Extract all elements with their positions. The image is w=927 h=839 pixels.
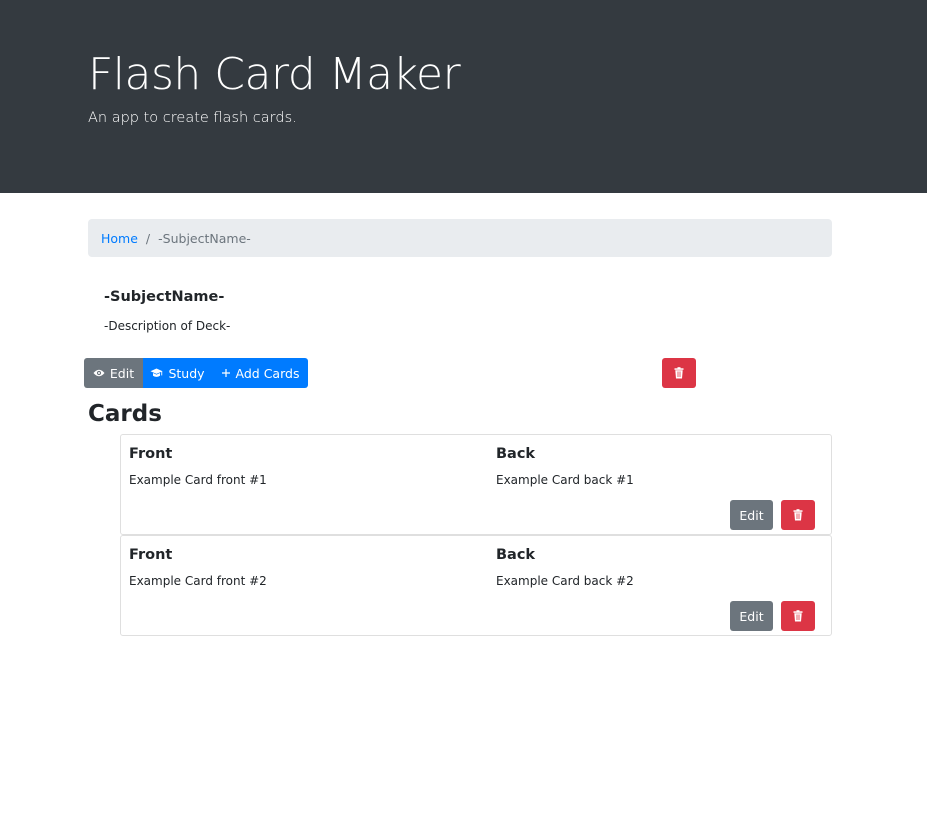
card-front-text: Example Card front #2 — [129, 574, 267, 588]
trash-icon — [793, 509, 803, 521]
breadcrumb-current: -SubjectName- — [158, 230, 251, 246]
deck-name: -SubjectName- — [104, 289, 225, 305]
card-back-label: Back — [496, 547, 536, 563]
cards-heading: Cards — [88, 401, 162, 427]
delete-deck-button[interactable] — [662, 358, 696, 388]
edit-deck-label: Edit — [109, 365, 135, 381]
add-cards-button[interactable]: Add Cards — [212, 358, 308, 388]
card-item-1: Front Example Card front #1 Back Example… — [120, 434, 832, 535]
card-back-text: Example Card back #2 — [496, 574, 634, 588]
delete-card-button[interactable] — [781, 500, 815, 530]
breadcrumb: Home / -SubjectName- — [88, 219, 832, 257]
card-front-label: Front — [129, 446, 173, 462]
card-back-label: Back — [496, 446, 536, 462]
add-cards-label: Add Cards — [235, 365, 300, 381]
trash-icon — [793, 610, 803, 622]
plus-icon — [221, 368, 231, 378]
breadcrumb-separator: / — [145, 230, 151, 246]
study-button[interactable]: Study — [143, 358, 212, 388]
delete-card-button[interactable] — [781, 601, 815, 631]
study-label: Study — [168, 365, 205, 381]
edit-deck-button[interactable]: Edit — [84, 358, 143, 388]
jumbotron-header: Flash Card Maker An app to create flash … — [0, 0, 927, 193]
app-title: Flash Card Maker — [88, 49, 461, 100]
card-front-text: Example Card front #1 — [129, 473, 267, 487]
app-subtitle: An app to create flash cards. — [88, 110, 297, 126]
breadcrumb-home-link[interactable]: Home — [101, 231, 138, 246]
eye-icon — [93, 368, 105, 378]
card-front-label: Front — [129, 547, 173, 563]
card-back-text: Example Card back #1 — [496, 473, 634, 487]
graduation-cap-icon — [150, 368, 163, 379]
card-item-2: Front Example Card front #2 Back Example… — [120, 535, 832, 636]
deck-description: -Description of Deck- — [104, 319, 231, 333]
trash-icon — [674, 367, 684, 379]
edit-card-button[interactable]: Edit — [730, 601, 773, 631]
edit-card-button[interactable]: Edit — [730, 500, 773, 530]
